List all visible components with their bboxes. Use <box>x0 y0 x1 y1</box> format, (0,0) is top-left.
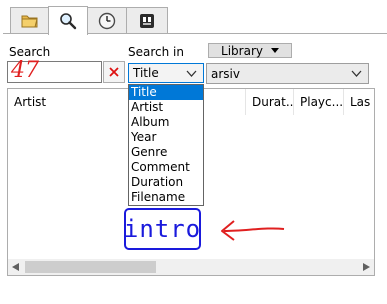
option-genre[interactable]: Genre <box>129 145 203 160</box>
option-filename[interactable]: Filename <box>129 190 203 205</box>
search-icon <box>60 13 77 30</box>
clock-icon <box>98 12 116 30</box>
search-in-label: Search in <box>128 45 184 59</box>
playlist-icon <box>140 14 154 28</box>
option-title[interactable]: Title <box>129 85 203 100</box>
option-duration[interactable]: Duration <box>129 175 203 190</box>
search-input[interactable]: 47 <box>7 58 102 83</box>
option-artist[interactable]: Artist <box>129 100 203 115</box>
folder-icon <box>21 15 38 28</box>
search-value: 47 <box>11 58 39 83</box>
column-header-duration[interactable]: Durat... <box>246 89 294 115</box>
dropdown-arrow-icon <box>270 48 279 53</box>
tab-history[interactable] <box>86 7 128 34</box>
search-in-dropdown-list[interactable]: Title Artist Album Year Genre Comment Du… <box>128 84 204 206</box>
library-select[interactable]: arsiv <box>206 63 369 84</box>
option-year[interactable]: Year <box>129 130 203 145</box>
library-button[interactable]: Library <box>208 43 292 58</box>
tab-playlists[interactable] <box>126 7 168 34</box>
scroll-left-icon[interactable] <box>12 263 19 271</box>
chevron-down-icon <box>351 70 362 77</box>
annotation-arrow-icon <box>221 220 285 241</box>
tab-search[interactable] <box>48 6 88 35</box>
clear-icon <box>109 67 119 77</box>
horizontal-scrollbar[interactable] <box>8 259 374 275</box>
search-in-value: Title <box>133 66 159 80</box>
annotation-box: intro <box>124 208 201 250</box>
column-header-playcount[interactable]: Playc... <box>294 89 344 115</box>
scrollbar-thumb[interactable] <box>25 261 156 273</box>
tab-browser[interactable] <box>10 7 50 34</box>
scroll-right-icon[interactable] <box>363 263 370 271</box>
library-select-value: arsiv <box>211 66 240 81</box>
search-label: Search <box>9 45 51 59</box>
column-header-artist[interactable]: Artist <box>8 89 246 115</box>
column-header-last[interactable]: Las <box>344 89 375 115</box>
chevron-down-icon <box>186 70 197 77</box>
option-album[interactable]: Album <box>129 115 203 130</box>
clear-search-button[interactable] <box>103 61 125 83</box>
search-in-select[interactable]: Title <box>128 63 204 83</box>
option-comment[interactable]: Comment <box>129 160 203 175</box>
library-button-label: Library <box>221 43 263 58</box>
annotation-text: intro <box>123 215 202 243</box>
